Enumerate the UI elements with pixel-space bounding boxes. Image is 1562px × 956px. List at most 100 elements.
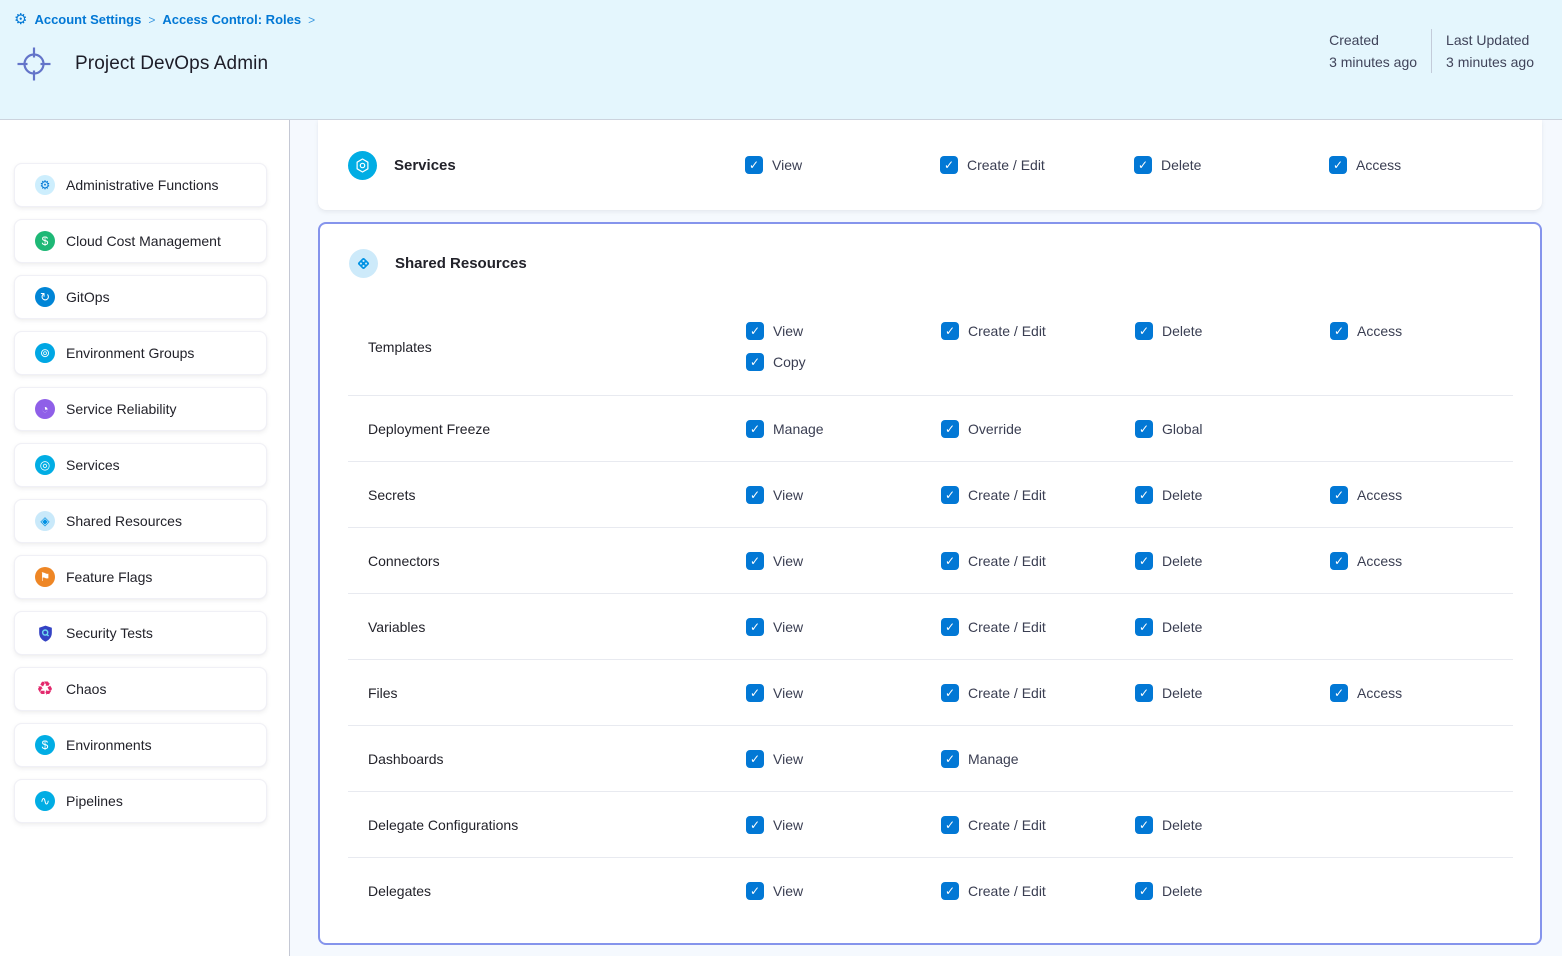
permission-cell: Manage [941, 750, 1135, 768]
checkbox-view[interactable] [746, 322, 764, 340]
sidebar-item-pipelines[interactable]: ∿ Pipelines [14, 779, 267, 823]
permission-view: View [745, 156, 940, 174]
permission-label: Create / Edit [968, 685, 1046, 701]
sidebar-item-gitops[interactable]: ↻ GitOps [14, 275, 267, 319]
sidebar-item-shared-resources[interactable]: ◈ Shared Resources [14, 499, 267, 543]
row-dashboards: Dashboards View Manage [320, 726, 1540, 791]
last-updated-label: Last Updated [1446, 29, 1534, 51]
checkbox-view[interactable] [746, 882, 764, 900]
permission-override: Override [941, 420, 1135, 438]
checkbox-view[interactable] [746, 552, 764, 570]
permission-view: View [746, 486, 941, 504]
permission-label: Delete [1162, 619, 1202, 635]
checkbox-global[interactable] [1135, 420, 1153, 438]
shared-resources-diamond-icon: ◈ [35, 511, 55, 531]
checkbox-create-edit[interactable] [941, 486, 959, 504]
sidebar-item-environments[interactable]: $ Environments [14, 723, 267, 767]
checkbox-delete[interactable] [1134, 156, 1152, 174]
sidebar-item-label: Environment Groups [66, 345, 194, 361]
checkbox-access[interactable] [1330, 552, 1348, 570]
row-files: Files View Create / Edit Delete Access [320, 660, 1540, 725]
permission-label: Create / Edit [968, 883, 1046, 899]
breadcrumb-separator-icon: > [148, 13, 155, 27]
permission-label: View [773, 323, 803, 339]
checkbox-delete[interactable] [1135, 322, 1153, 340]
checkbox-override[interactable] [941, 420, 959, 438]
permission-access: Access [1329, 156, 1542, 174]
created-value: 3 minutes ago [1329, 51, 1417, 73]
permission-cell: Manage [746, 420, 941, 438]
sidebar-item-environment-groups[interactable]: ⊚ Environment Groups [14, 331, 267, 375]
page-header: ⚙ Account Settings > Access Control: Rol… [0, 0, 1562, 120]
permission-cell: Create / Edit [941, 486, 1135, 504]
checkbox-delete[interactable] [1135, 882, 1153, 900]
permission-label: Access [1357, 323, 1402, 339]
permission-label: View [773, 817, 803, 833]
sidebar-item-label: Security Tests [66, 625, 153, 641]
permission-label: Global [1162, 421, 1202, 437]
row-delegate-configurations: Delegate Configurations View Create / Ed… [320, 792, 1540, 857]
checkbox-create-edit[interactable] [941, 552, 959, 570]
checkbox-create-edit[interactable] [940, 156, 958, 174]
sidebar-item-label: Environments [66, 737, 152, 753]
sidebar-item-administrative-functions[interactable]: ⚙ Administrative Functions [14, 163, 267, 207]
checkbox-create-edit[interactable] [941, 684, 959, 702]
checkbox-delete[interactable] [1135, 552, 1153, 570]
sidebar-item-label: Pipelines [66, 793, 123, 809]
service-reliability-gauge-icon: ◔ [35, 399, 55, 419]
checkbox-view[interactable] [746, 618, 764, 636]
checkbox-manage[interactable] [746, 420, 764, 438]
permission-cell: View [746, 750, 941, 768]
checkbox-view[interactable] [745, 156, 763, 174]
permission-cell: Create / Edit [941, 618, 1135, 636]
sidebar-item-services[interactable]: ◎ Services [14, 443, 267, 487]
breadcrumb: ⚙ Account Settings > Access Control: Rol… [14, 12, 315, 27]
gear-icon: ⚙ [35, 175, 55, 195]
checkbox-create-edit[interactable] [941, 618, 959, 636]
permissions-panel: Services View Create / Edit Delete Acces… [290, 120, 1562, 956]
checkbox-create-edit[interactable] [941, 816, 959, 834]
pipelines-icon: ∿ [35, 791, 55, 811]
permission-delete: Delete [1135, 486, 1330, 504]
checkbox-view[interactable] [746, 684, 764, 702]
breadcrumb-account-settings[interactable]: Account Settings [34, 12, 141, 27]
sidebar-item-cloud-cost-management[interactable]: $ Cloud Cost Management [14, 219, 267, 263]
permission-create-edit: Create / Edit [941, 322, 1135, 340]
permission-cell: Global [1135, 420, 1330, 438]
permission-view: View [746, 322, 941, 340]
permission-label: View [773, 685, 803, 701]
sidebar-item-chaos[interactable]: ♻ Chaos [14, 667, 267, 711]
permission-view: View [746, 750, 941, 768]
checkbox-access[interactable] [1330, 322, 1348, 340]
sidebar-item-security-tests[interactable]: Security Tests [14, 611, 267, 655]
shared-resources-diamond-icon [349, 249, 378, 278]
permission-label: Create / Edit [968, 817, 1046, 833]
breadcrumb-access-control-roles[interactable]: Access Control: Roles [162, 12, 301, 27]
permission-cell: View [746, 552, 941, 570]
checkbox-manage[interactable] [941, 750, 959, 768]
row-deployment-freeze: Deployment Freeze Manage Override Global [320, 396, 1540, 461]
checkbox-access[interactable] [1329, 156, 1347, 174]
permission-view: View [746, 552, 941, 570]
permission-label: Access [1357, 685, 1402, 701]
security-shield-icon [35, 623, 55, 643]
checkbox-delete[interactable] [1135, 816, 1153, 834]
sidebar-item-service-reliability[interactable]: ◔ Service Reliability [14, 387, 267, 431]
checkbox-copy[interactable] [746, 353, 764, 371]
checkbox-view[interactable] [746, 750, 764, 768]
checkbox-create-edit[interactable] [941, 882, 959, 900]
checkbox-create-edit[interactable] [941, 322, 959, 340]
checkbox-view[interactable] [746, 486, 764, 504]
permission-cell: Delete [1135, 486, 1330, 504]
checkbox-access[interactable] [1330, 684, 1348, 702]
row-variables: Variables View Create / Edit Delete [320, 594, 1540, 659]
checkbox-access[interactable] [1330, 486, 1348, 504]
checkbox-view[interactable] [746, 816, 764, 834]
page-title: Project DevOps Admin [75, 53, 268, 75]
checkbox-delete[interactable] [1135, 486, 1153, 504]
sidebar-item-feature-flags[interactable]: ⚑ Feature Flags [14, 555, 267, 599]
permission-view: View [746, 882, 941, 900]
permission-label: Create / Edit [967, 157, 1045, 173]
checkbox-delete[interactable] [1135, 618, 1153, 636]
checkbox-delete[interactable] [1135, 684, 1153, 702]
